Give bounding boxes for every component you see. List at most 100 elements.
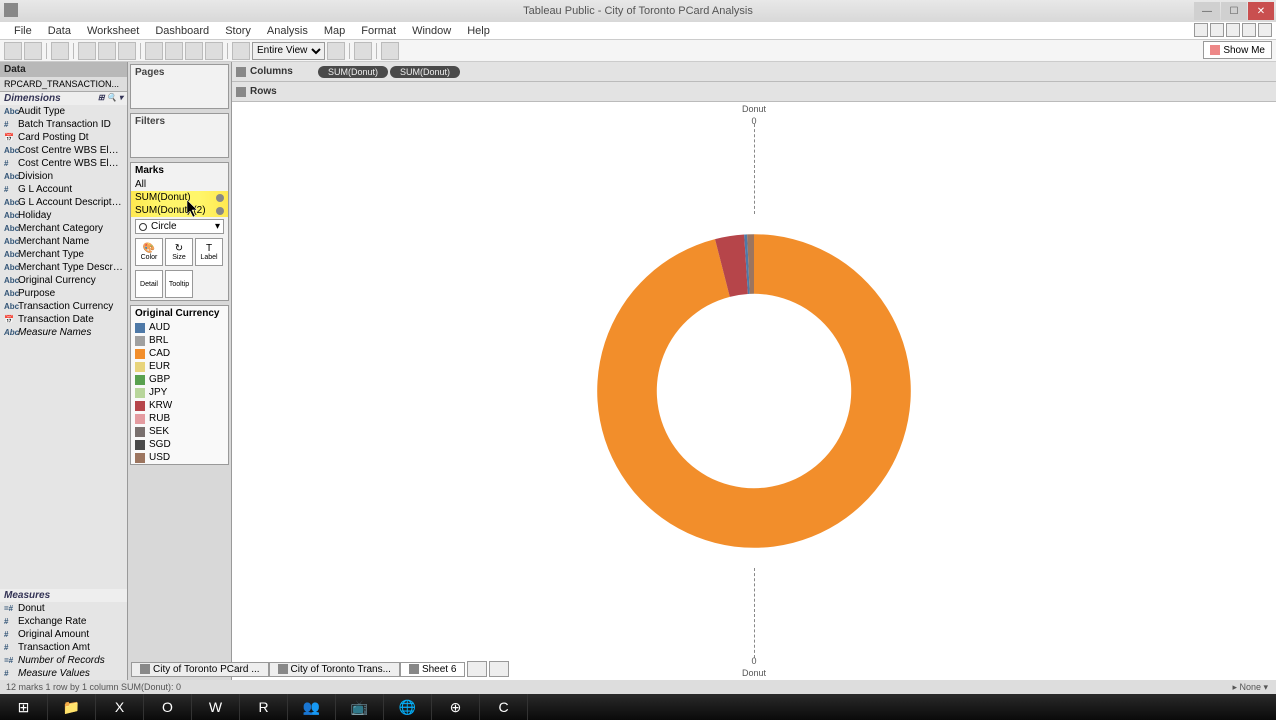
new-ws-button[interactable] [98,42,116,60]
mark-color-button[interactable]: 🎨Color [135,238,163,266]
taskbar-item[interactable]: 📁 [48,694,96,720]
mark-type-dropdown[interactable]: Circle ▾ [135,219,224,234]
dimension-field[interactable]: AbcMerchant Category [0,222,127,235]
new-source-button[interactable] [78,42,96,60]
marks-row-1[interactable]: SUM(Donut) [131,191,228,204]
taskbar-item[interactable]: 🌐 [384,694,432,720]
taskbar-item[interactable]: W [192,694,240,720]
status-right[interactable]: ▸ None ▾ [1232,682,1268,693]
legend-item[interactable]: CAD [131,347,228,360]
measure-field[interactable]: =#Donut [0,602,127,615]
view-dropdown[interactable]: Entire View [252,42,325,60]
taskbar-item[interactable]: 📺 [336,694,384,720]
menu-worksheet[interactable]: Worksheet [79,23,147,39]
legend-item[interactable]: GBP [131,373,228,386]
taskbar-item[interactable]: 👥 [288,694,336,720]
back-button[interactable] [4,42,22,60]
datasource-name[interactable]: RPCARD_TRANSACTION... [0,77,127,92]
mark-detail-button[interactable]: Detail [135,270,163,298]
highlight-button[interactable] [354,42,372,60]
measure-field[interactable]: #Exchange Rate [0,615,127,628]
legend-item[interactable]: RUB [131,412,228,425]
pin-button[interactable] [327,42,345,60]
menu-file[interactable]: File [6,23,40,39]
new-dashboard-button[interactable] [489,661,509,677]
dimension-field[interactable]: #Batch Transaction ID [0,118,127,131]
taskbar-item[interactable]: C [480,694,528,720]
sheet-tab[interactable]: City of Toronto Trans... [269,662,400,677]
new-sheet-button[interactable] [467,661,487,677]
save-button[interactable] [51,42,69,60]
dimension-field[interactable]: AbcCost Centre WBS Elem... [0,144,127,157]
menu-map[interactable]: Map [316,23,353,39]
sheet-tab[interactable]: City of Toronto PCard ... [131,662,269,677]
legend-item[interactable]: USD [131,451,228,464]
mark-size-button[interactable]: ↻Size [165,238,193,266]
dimension-field[interactable]: AbcAudit Type [0,105,127,118]
marks-row-2[interactable]: SUM(Donut) (2) [131,204,228,217]
presentation-button[interactable] [381,42,399,60]
columns-pill[interactable]: SUM(Donut) [390,66,460,78]
maximize-button[interactable]: ☐ [1221,2,1247,20]
dimension-field[interactable]: #Cost Centre WBS Elem... [0,157,127,170]
menu-analysis[interactable]: Analysis [259,23,316,39]
mark-label-button[interactable]: TLabel [195,238,223,266]
legend-item[interactable]: AUD [131,321,228,334]
dimension-field[interactable]: AbcMerchant Type Descri... [0,261,127,274]
measure-field[interactable]: =#Number of Records [0,654,127,667]
legend-item[interactable]: SEK [131,425,228,438]
swap-button[interactable] [165,42,183,60]
toolbar-icon[interactable] [1210,23,1224,37]
mark-tooltip-button[interactable]: Tooltip [165,270,193,298]
sort-asc-button[interactable] [185,42,203,60]
dimension-field[interactable]: AbcHoliday [0,209,127,222]
measure-field[interactable]: #Original Amount [0,628,127,641]
measure-field[interactable]: #Transaction Amt [0,641,127,654]
group-button[interactable] [232,42,250,60]
forward-button[interactable] [24,42,42,60]
dimension-field[interactable]: AbcMerchant Name [0,235,127,248]
dimension-field[interactable]: AbcDivision [0,170,127,183]
dimension-field[interactable]: #G L Account [0,183,127,196]
measure-field[interactable]: #Measure Values [0,667,127,680]
minimize-button[interactable]: — [1194,2,1220,20]
toolbar-icon[interactable] [1194,23,1208,37]
duplicate-button[interactable] [118,42,136,60]
filters-shelf[interactable] [131,129,228,157]
legend-item[interactable]: BRL [131,334,228,347]
dimension-field[interactable]: 📅Card Posting Dt [0,131,127,144]
menu-format[interactable]: Format [353,23,404,39]
menu-window[interactable]: Window [404,23,459,39]
dimension-field[interactable]: AbcTransaction Currency [0,300,127,313]
legend-item[interactable]: KRW [131,399,228,412]
toolbar-icon[interactable] [1258,23,1272,37]
pages-shelf[interactable] [131,80,228,108]
dimension-field[interactable]: 📅Transaction Date [0,313,127,326]
taskbar-item[interactable]: ⊕ [432,694,480,720]
close-button[interactable]: ✕ [1248,2,1274,20]
toolbar-icon[interactable] [1226,23,1240,37]
clear-button[interactable] [145,42,163,60]
menu-story[interactable]: Story [217,23,259,39]
legend-item[interactable]: EUR [131,360,228,373]
showme-button[interactable]: Show Me [1203,41,1272,59]
legend-item[interactable]: SGD [131,438,228,451]
dimension-field[interactable]: AbcMeasure Names [0,326,127,339]
marks-all[interactable]: All [131,178,228,191]
dimension-field[interactable]: AbcOriginal Currency [0,274,127,287]
sort-desc-button[interactable] [205,42,223,60]
taskbar-item[interactable]: O [144,694,192,720]
legend-item[interactable]: JPY [131,386,228,399]
sheet-tab[interactable]: Sheet 6 [400,662,465,677]
columns-pill[interactable]: SUM(Donut) [318,66,388,78]
dimension-field[interactable]: AbcMerchant Type [0,248,127,261]
taskbar-item[interactable]: ⊞ [0,694,48,720]
taskbar-item[interactable]: R [240,694,288,720]
data-tab-header[interactable]: Data [0,62,127,77]
taskbar-item[interactable]: X [96,694,144,720]
menu-data[interactable]: Data [40,23,79,39]
menu-dashboard[interactable]: Dashboard [147,23,217,39]
dimension-field[interactable]: AbcPurpose [0,287,127,300]
dimension-field[interactable]: AbcG L Account Description [0,196,127,209]
toolbar-icon[interactable] [1242,23,1256,37]
